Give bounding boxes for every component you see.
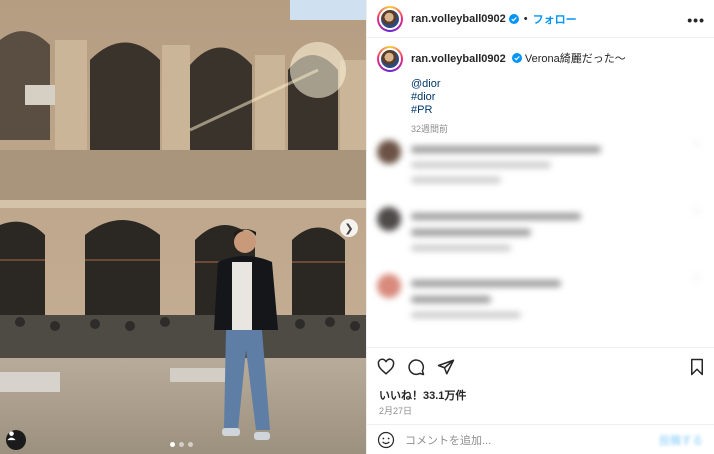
verified-badge-icon: [508, 13, 519, 24]
list-item: ♡: [377, 274, 705, 341]
post-photo[interactable]: ❯: [0, 0, 366, 454]
follow-button[interactable]: フォロー: [533, 11, 577, 27]
caption-text: Verona綺麗だった～: [524, 53, 626, 65]
avatar[interactable]: [377, 5, 403, 32]
comment-composer: コメントを追加... 投稿する: [367, 424, 714, 454]
next-image-button[interactable]: ❯: [340, 219, 358, 237]
comment-input[interactable]: コメントを追加...: [405, 432, 491, 448]
caption-time: 32週間前: [411, 124, 449, 134]
comment-icon[interactable]: [407, 358, 425, 376]
tagged-user-icon[interactable]: [6, 430, 26, 450]
photo-illustration: [0, 0, 366, 454]
bookmark-icon[interactable]: [689, 358, 705, 376]
caption-avatar[interactable]: [377, 46, 403, 72]
caption-username[interactable]: ran.volleyball0902: [411, 53, 506, 65]
post-caption: ran.volleyball0902 Verona綺麗だった～ @dior #d…: [377, 46, 707, 136]
mention-link[interactable]: @dior: [411, 78, 626, 91]
heart-icon[interactable]: [377, 358, 395, 376]
header-separator: •: [523, 12, 528, 25]
post-date: 2月27日: [379, 406, 413, 416]
instagram-post-view: ❯ ran.volleyball0902 • フォロー ••• ran.voll…: [0, 0, 714, 454]
post-actions: いいね！33.1万件 2月27日: [367, 347, 714, 427]
post-comment-button[interactable]: 投稿する: [659, 432, 703, 448]
comments-list-blurred: ♡ ♡ ♡: [377, 140, 705, 345]
verified-badge-icon: [511, 53, 522, 63]
author-username[interactable]: ran.volleyball0902: [411, 13, 506, 25]
post-header: ran.volleyball0902 • フォロー •••: [367, 0, 714, 38]
carousel-dot: [170, 442, 175, 447]
hashtag-link[interactable]: #dior: [411, 91, 626, 104]
post-details-panel: ran.volleyball0902 • フォロー ••• ran.volley…: [366, 0, 714, 454]
emoji-icon[interactable]: [377, 431, 395, 449]
likes-count[interactable]: いいね！33.1万件: [379, 387, 466, 403]
carousel-indicator: [170, 442, 193, 447]
list-item: ♡: [377, 207, 705, 274]
carousel-dot: [188, 442, 193, 447]
carousel-dot: [179, 442, 184, 447]
hashtag-link[interactable]: #PR: [411, 104, 626, 117]
more-options-icon[interactable]: •••: [687, 12, 705, 28]
list-item: ♡: [377, 140, 705, 207]
send-icon[interactable]: [437, 358, 455, 376]
